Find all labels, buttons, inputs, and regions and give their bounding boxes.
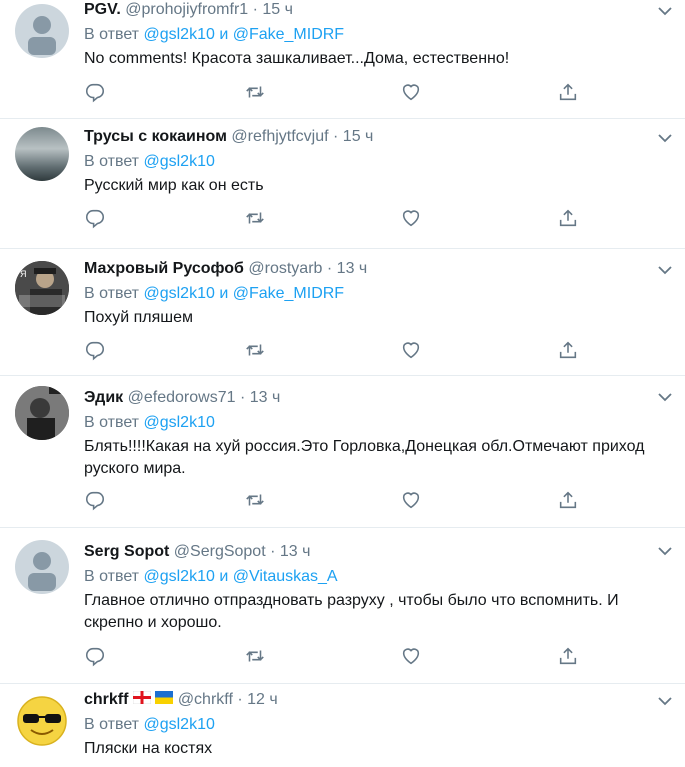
timestamp[interactable]: 15 ч xyxy=(262,1,293,18)
author-name[interactable]: Трусы с кокаином xyxy=(84,128,227,145)
like-icon[interactable] xyxy=(400,207,422,229)
author-handle[interactable]: @efedorows71 xyxy=(128,389,236,406)
separator: · xyxy=(270,543,276,560)
timestamp[interactable]: 13 ч xyxy=(250,389,281,406)
reply-prefix: В ответ xyxy=(84,716,140,734)
author-name[interactable]: Эдик xyxy=(84,389,123,406)
mention-link[interactable]: @gsl2k10 xyxy=(143,716,214,733)
share-icon[interactable] xyxy=(557,339,579,361)
mention-link[interactable]: @gsl2k10 xyxy=(143,568,214,585)
reply-prefix: В ответ xyxy=(84,568,140,585)
author-handle[interactable]: @rostyarb xyxy=(248,260,322,277)
reply-icon[interactable] xyxy=(84,645,106,667)
author-handle[interactable]: @SergSopot xyxy=(174,543,266,560)
chevron-down-icon[interactable] xyxy=(655,131,675,147)
mention-link[interactable]: @gsl2k10 xyxy=(143,153,214,170)
reply-icon[interactable] xyxy=(84,81,106,103)
tweet[interactable]: chrkff @chrkff · 12 ч В ответ @gsl2k10 П… xyxy=(0,684,685,767)
reply-context: В ответ @gsl2k10 и @Vitauskas_A xyxy=(84,567,671,587)
reply-context: В ответ @gsl2k10 и @Fake_MIDRF xyxy=(84,25,671,45)
avatar[interactable] xyxy=(15,127,69,181)
mention-link[interactable]: @Fake_MIDRF xyxy=(233,26,344,43)
author-name[interactable]: Махровый Русофоб xyxy=(84,260,244,277)
separator: · xyxy=(326,260,333,277)
tweet-text: Пляски на костях xyxy=(84,740,213,758)
reply-context: В ответ @gsl2k10 и @Fake_MIDRF xyxy=(84,284,671,304)
timestamp[interactable]: 15 ч xyxy=(343,128,374,145)
reply-icon[interactable] xyxy=(84,489,106,511)
timestamp[interactable]: 13 ч xyxy=(337,260,368,277)
retweet-icon[interactable] xyxy=(244,339,266,361)
mention-link[interactable]: @gsl2k10 xyxy=(143,285,214,302)
avatar[interactable] xyxy=(15,540,69,594)
like-icon[interactable] xyxy=(400,339,422,361)
tweet[interactable]: Эдик @efedorows71 · 13 ч В ответ @gsl2k1… xyxy=(0,376,685,528)
like-icon[interactable] xyxy=(400,489,422,511)
reply-prefix: В ответ xyxy=(84,285,140,302)
separator: · xyxy=(333,128,339,145)
mention-link[interactable]: @Vitauskas_A xyxy=(233,568,338,585)
retweet-icon[interactable] xyxy=(244,207,266,229)
tweet[interactable]: Я Махровый Русофоб @rostyarb · 13 ч В от… xyxy=(0,249,685,376)
like-icon[interactable] xyxy=(400,645,422,667)
reply-icon[interactable] xyxy=(84,339,106,361)
georgia-flag-icon xyxy=(132,690,152,710)
chevron-down-icon[interactable] xyxy=(655,694,675,710)
like-icon[interactable] xyxy=(400,81,422,103)
chevron-down-icon[interactable] xyxy=(655,390,675,406)
tweet-text: Блять!!!!Какая на хуй россия.Это Горловк… xyxy=(84,438,645,477)
avatar[interactable] xyxy=(15,4,69,58)
mention-link[interactable]: @gsl2k10 xyxy=(143,26,214,43)
separator: · xyxy=(237,691,243,709)
retweet-icon[interactable] xyxy=(244,489,266,511)
share-icon[interactable] xyxy=(557,489,579,511)
author-handle[interactable]: @chrkff xyxy=(178,691,233,708)
tweet[interactable]: Serg Sopot @SergSopot · 13 ч В ответ @gs… xyxy=(0,528,685,684)
avatar[interactable] xyxy=(15,386,69,440)
retweet-icon[interactable] xyxy=(244,81,266,103)
author-handle[interactable]: @refhjytfcvjuf xyxy=(231,128,328,145)
author-name[interactable]: chrkff xyxy=(84,691,128,708)
tweet-text: Русский мир как он есть xyxy=(84,177,264,194)
reply-prefix: В ответ xyxy=(84,153,140,170)
share-icon[interactable] xyxy=(557,81,579,103)
tweet-text: Главное отлично отпраздновать разруху , … xyxy=(84,592,619,631)
mention-link[interactable]: @gsl2k10 xyxy=(143,414,214,431)
reply-prefix: В ответ xyxy=(84,414,140,431)
reply-context: В ответ @gsl2k10 xyxy=(84,715,671,735)
timestamp[interactable]: 13 ч xyxy=(280,543,311,560)
ukraine-flag-icon xyxy=(155,690,174,710)
avatar[interactable] xyxy=(15,694,69,748)
chevron-down-icon[interactable] xyxy=(655,263,675,279)
tweet-text: No comments! Красота зашкаливает...Дома,… xyxy=(84,50,510,67)
separator: · xyxy=(252,1,258,18)
tweet-text: Похуй пляшем xyxy=(84,309,193,326)
reply-prefix: В ответ xyxy=(84,26,140,43)
reply-feed: PGV. @prohojiyfromfr1 · 15 ч В ответ @gs… xyxy=(0,0,685,767)
author-name[interactable]: Serg Sopot xyxy=(84,543,169,560)
author-name[interactable]: PGV. xyxy=(84,1,121,18)
reply-joiner: и xyxy=(219,26,229,43)
reply-context: В ответ @gsl2k10 xyxy=(84,152,671,172)
avatar-caption: Я xyxy=(20,269,27,279)
tweet[interactable]: PGV. @prohojiyfromfr1 · 15 ч В ответ @gs… xyxy=(0,0,685,119)
reply-context: В ответ @gsl2k10 xyxy=(84,413,671,433)
author-handle[interactable]: @prohojiyfromfr1 xyxy=(125,1,248,18)
share-icon[interactable] xyxy=(557,207,579,229)
avatar[interactable]: Я xyxy=(15,261,69,315)
retweet-icon[interactable] xyxy=(244,645,266,667)
share-icon[interactable] xyxy=(557,645,579,667)
separator: · xyxy=(239,389,246,406)
chevron-down-icon[interactable] xyxy=(655,4,675,20)
timestamp[interactable]: 12 ч xyxy=(247,691,278,708)
tweet[interactable]: Трусы с кокаином @refhjytfcvjuf · 15 ч В… xyxy=(0,119,685,249)
reply-joiner: и xyxy=(219,285,229,302)
mention-link[interactable]: @Fake_MIDRF xyxy=(233,285,344,302)
reply-icon[interactable] xyxy=(84,207,106,229)
chevron-down-icon[interactable] xyxy=(655,544,675,560)
reply-joiner: и xyxy=(219,568,229,585)
